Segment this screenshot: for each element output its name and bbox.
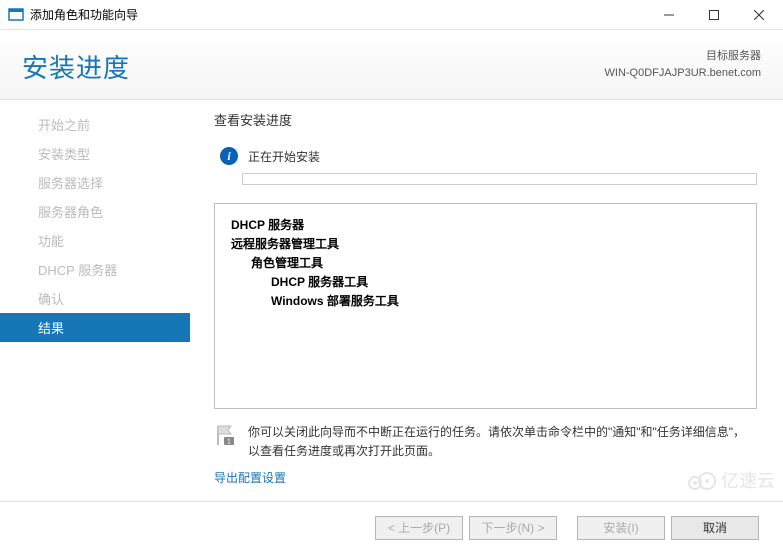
- minimize-button[interactable]: [646, 0, 691, 29]
- cancel-button[interactable]: 取消: [671, 516, 759, 540]
- nav-confirmation: 确认: [0, 284, 190, 313]
- note-text: 你可以关闭此向导而不中断正在运行的任务。请依次单击命令栏中的"通知"和"任务详细…: [248, 423, 757, 461]
- wizard-main: 查看安装进度 i 正在开始安装 DHCP 服务器 远程服务器管理工具 角色管理工…: [190, 100, 783, 500]
- next-button: 下一步(N) >: [469, 516, 557, 540]
- section-title: 查看安装进度: [214, 110, 757, 129]
- maximize-button[interactable]: [691, 0, 736, 29]
- nav-dhcp-server: DHCP 服务器: [0, 255, 190, 284]
- window-controls: [646, 0, 781, 29]
- nav-results[interactable]: 结果: [0, 313, 190, 342]
- info-icon: i: [220, 147, 238, 165]
- wizard-footer: < 上一步(P) 下一步(N) > 安装(I) 取消: [0, 501, 783, 553]
- nav-installation-type: 安装类型: [0, 139, 190, 168]
- note-row: 1 你可以关闭此向导而不中断正在运行的任务。请依次单击命令栏中的"通知"和"任务…: [214, 423, 757, 461]
- status-text: 正在开始安装: [248, 148, 320, 165]
- target-server-name: WIN-Q0DFJAJP3UR.benet.com: [605, 65, 761, 82]
- nav-server-selection: 服务器选择: [0, 168, 190, 197]
- flag-icon: 1: [214, 423, 238, 447]
- result-role-admin-tools: 角色管理工具: [231, 254, 740, 271]
- result-remote-admin-tools: 远程服务器管理工具: [231, 235, 740, 252]
- result-dhcp-server: DHCP 服务器: [231, 216, 740, 233]
- progress-bar: [242, 173, 757, 185]
- wizard-header: 安装进度 目标服务器 WIN-Q0DFJAJP3UR.benet.com: [0, 30, 783, 100]
- target-server-info: 目标服务器 WIN-Q0DFJAJP3UR.benet.com: [605, 48, 761, 81]
- install-button: 安装(I): [577, 516, 665, 540]
- nav-server-roles: 服务器角色: [0, 197, 190, 226]
- wizard-body: 开始之前 安装类型 服务器选择 服务器角色 功能 DHCP 服务器 确认 结果 …: [0, 100, 783, 500]
- export-config-link[interactable]: 导出配置设置: [214, 469, 757, 486]
- window-title: 添加角色和功能向导: [30, 6, 138, 23]
- result-dhcp-tools: DHCP 服务器工具: [231, 273, 740, 290]
- result-wds-tools: Windows 部署服务工具: [231, 292, 740, 309]
- close-button[interactable]: [736, 0, 781, 29]
- app-icon: [8, 7, 24, 23]
- nav-before-you-begin: 开始之前: [0, 110, 190, 139]
- page-title: 安装进度: [22, 48, 130, 85]
- wizard-sidebar: 开始之前 安装类型 服务器选择 服务器角色 功能 DHCP 服务器 确认 结果: [0, 100, 190, 500]
- titlebar: 添加角色和功能向导: [0, 0, 783, 30]
- nav-features: 功能: [0, 226, 190, 255]
- target-server-label: 目标服务器: [605, 48, 761, 65]
- status-row: i 正在开始安装: [214, 147, 757, 165]
- results-panel: DHCP 服务器 远程服务器管理工具 角色管理工具 DHCP 服务器工具 Win…: [214, 203, 757, 409]
- previous-button: < 上一步(P): [375, 516, 463, 540]
- svg-text:1: 1: [227, 439, 231, 446]
